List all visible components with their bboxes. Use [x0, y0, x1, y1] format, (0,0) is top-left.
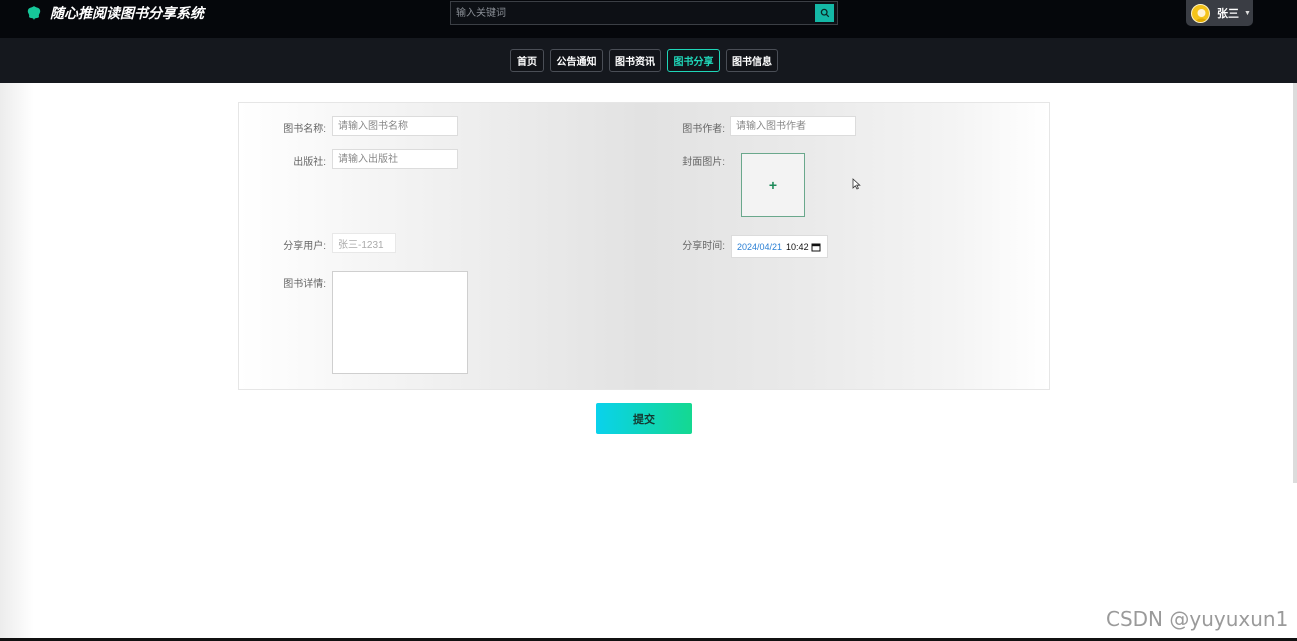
- page-shade: [0, 83, 34, 639]
- user-menu[interactable]: 张三 ▼: [1186, 0, 1253, 26]
- avatar: [1191, 3, 1210, 23]
- nav-item-book-news[interactable]: 图书资讯: [609, 49, 661, 72]
- share-user-label: 分享用户:: [283, 241, 326, 252]
- search-box: [450, 1, 838, 25]
- leaf-logo-icon: [27, 6, 41, 20]
- share-date-value: 2024/04/21: [737, 241, 783, 252]
- cover-image-label: 封面图片:: [682, 157, 725, 168]
- share-user-field: [332, 233, 396, 253]
- book-name-input[interactable]: [332, 116, 458, 136]
- book-author-input[interactable]: [730, 116, 856, 136]
- scrollbar[interactable]: [1293, 83, 1297, 483]
- search-input[interactable]: [451, 2, 813, 24]
- share-form: 图书名称: 出版社: 分享用户: 图书详情: 图书作者: 封面图片: + 分享时…: [238, 102, 1050, 390]
- share-time-input[interactable]: 2024/04/21 10:42: [731, 235, 828, 258]
- plus-icon: +: [768, 177, 778, 193]
- search-icon: [820, 8, 829, 18]
- calendar-icon[interactable]: [811, 242, 821, 252]
- cover-upload-button[interactable]: +: [741, 153, 805, 217]
- nav-item-home[interactable]: 首页: [510, 49, 544, 72]
- book-author-label: 图书作者:: [682, 124, 725, 135]
- nav-bar: 首页 公告通知 图书资讯 图书分享 图书信息: [0, 38, 1297, 83]
- share-time-label: 分享时间:: [682, 241, 725, 252]
- publisher-input[interactable]: [332, 149, 458, 169]
- mouse-cursor-icon: [852, 178, 861, 190]
- nav-item-notices[interactable]: 公告通知: [550, 49, 603, 72]
- search-button[interactable]: [815, 4, 834, 22]
- submit-button[interactable]: 提交: [596, 403, 692, 434]
- book-details-textarea[interactable]: [332, 271, 468, 374]
- watermark: CSDN @yuyuxun1: [1106, 607, 1289, 631]
- user-name: 张三: [1217, 8, 1239, 20]
- top-bar: 随心推阅读图书分享系统 张三 ▼: [0, 0, 1297, 38]
- logo[interactable]: 随心推阅读图书分享系统: [26, 4, 204, 22]
- share-time-value: 10:42: [786, 241, 809, 252]
- app-title: 随心推阅读图书分享系统: [50, 5, 204, 21]
- publisher-label: 出版社:: [293, 157, 326, 168]
- nav-item-book-info[interactable]: 图书信息: [726, 49, 778, 72]
- nav-item-book-share[interactable]: 图书分享: [667, 49, 720, 72]
- book-details-label: 图书详情:: [283, 279, 326, 290]
- caret-down-icon: ▼: [1244, 9, 1251, 17]
- book-name-label: 图书名称:: [283, 124, 326, 135]
